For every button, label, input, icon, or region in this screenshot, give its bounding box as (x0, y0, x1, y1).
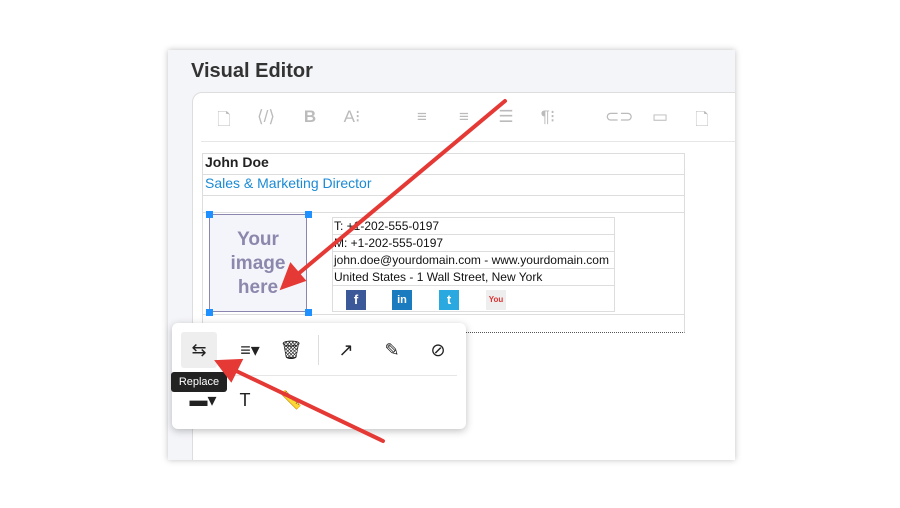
arrow-to-image (290, 99, 507, 281)
arrow-to-replace (228, 366, 385, 443)
arrow-head (279, 262, 307, 291)
arrow-head (214, 358, 244, 383)
annotation-arrows (214, 99, 507, 443)
